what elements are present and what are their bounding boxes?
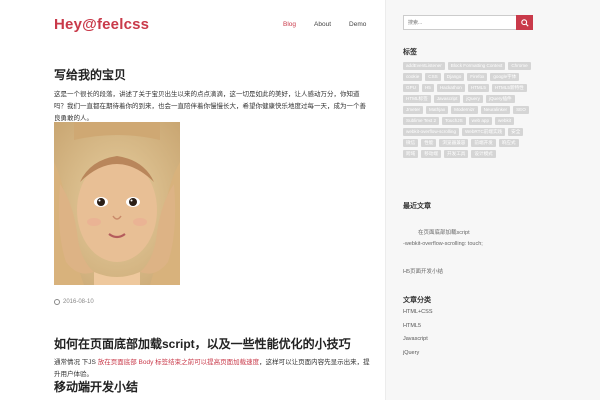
tag-link[interactable]: WebRTC前端实践: [462, 128, 506, 136]
tag-link[interactable]: 浏览器兼容: [439, 139, 469, 147]
tag-cloud: addEventListener Block Formatting Context…: [403, 62, 533, 158]
tag-link[interactable]: HTML标签: [403, 95, 431, 103]
nav-blog[interactable]: Blog: [283, 21, 296, 28]
post-date: 2016-08-10: [54, 299, 94, 305]
category-link[interactable]: HTML5: [403, 320, 433, 334]
top-nav: Blog About Demo: [283, 21, 384, 28]
category-link[interactable]: jQuery: [403, 347, 433, 361]
nav-about[interactable]: About: [314, 21, 331, 28]
clock-icon: [54, 299, 60, 305]
tag-link[interactable]: jQuery插件: [485, 95, 515, 103]
tag-link[interactable]: Chrome: [508, 62, 531, 70]
post-date-text: 2016-08-10: [63, 299, 94, 305]
recent-heading: 最近文章: [403, 203, 431, 210]
tag-link[interactable]: webkit-overflow-scrolling: [403, 128, 460, 136]
tag-link[interactable]: Javascript: [433, 95, 461, 103]
tag-link[interactable]: 性能: [421, 139, 437, 147]
tag-link[interactable]: cookie: [403, 73, 423, 81]
tag-link[interactable]: Neuralinker: [480, 106, 511, 114]
tag-link[interactable]: jQuery: [463, 95, 483, 103]
recent-post-link[interactable]: 在页面底部加载script: [418, 228, 470, 236]
tag-link[interactable]: Jmeter: [403, 106, 424, 114]
tag-link[interactable]: 微信: [403, 139, 419, 147]
post-excerpt: 这是一个很长的段落，讲述了关于宝贝出生以来的点点滴滴，这一切是如此的美好，让人感…: [54, 91, 366, 122]
tag-link[interactable]: Firefox: [467, 73, 488, 81]
tag-link[interactable]: 响应式: [498, 139, 519, 147]
tag-link[interactable]: Block Formatting Context: [447, 62, 506, 70]
tag-link[interactable]: Modernizr: [451, 106, 478, 114]
tag-link[interactable]: Django: [443, 73, 465, 81]
tag-link[interactable]: 移动端: [421, 150, 441, 158]
tag-link[interactable]: webkit: [495, 117, 515, 125]
tag-link[interactable]: web app: [468, 117, 493, 125]
tag-link[interactable]: SEO: [513, 106, 529, 114]
tag-link[interactable]: Hackathon: [436, 84, 465, 92]
category-link[interactable]: Javascript: [403, 333, 433, 347]
search-bar: [403, 15, 533, 30]
tag-link[interactable]: TouchJS: [442, 117, 466, 125]
nav-demo[interactable]: Demo: [349, 21, 366, 28]
post-image[interactable]: [54, 122, 180, 285]
post-title[interactable]: 移动端开发小结: [54, 378, 138, 395]
tag-link[interactable]: 前端开发: [471, 139, 496, 147]
tag-link[interactable]: 跨域: [403, 150, 419, 158]
tag-link[interactable]: HTML5: [467, 84, 489, 92]
tag-link[interactable]: addEventListener: [403, 62, 445, 70]
tag-link[interactable]: google字体: [490, 73, 520, 81]
tag-link[interactable]: Mathjax: [426, 106, 449, 114]
tag-link[interactable]: 设计模式: [471, 150, 496, 158]
recent-post-link[interactable]: -webkit-overflow-scrolling: touch;: [403, 241, 483, 247]
tag-link[interactable]: 安全: [508, 128, 524, 136]
tags-heading: 标签: [403, 49, 417, 56]
tag-link[interactable]: 开发工具: [444, 150, 469, 158]
tag-link[interactable]: GPU: [403, 84, 419, 92]
post-title[interactable]: 如何在页面底部加载script，以及一些性能优化的小技巧: [54, 335, 351, 352]
tag-link[interactable]: CSS: [425, 73, 441, 81]
recent-post-link[interactable]: H5页面开发小结: [403, 267, 443, 275]
categories-heading: 文章分类: [403, 297, 431, 304]
excerpt-text: 通常情况 下JS: [54, 359, 98, 366]
category-list: HTML+CSS HTML5 Javascript jQuery: [403, 306, 433, 360]
search-icon: [520, 18, 529, 27]
category-link[interactable]: HTML+CSS: [403, 306, 433, 320]
search-input[interactable]: [403, 15, 516, 30]
tag-link[interactable]: H5: [421, 84, 434, 92]
tag-link[interactable]: HTML5新特性: [491, 84, 527, 92]
site-logo[interactable]: Hey@feelcss: [54, 16, 149, 33]
excerpt-highlight-link[interactable]: 放在页面底部 Body 标签结束之前可以提高页面加载速度: [98, 359, 259, 366]
post-title[interactable]: 写给我的宝贝: [54, 66, 126, 83]
search-button[interactable]: [516, 15, 533, 30]
main-content: Hey@feelcss Blog About Demo 写给我的宝贝 这是一个很…: [0, 0, 385, 400]
tag-link[interactable]: Sublime Text 2: [403, 117, 440, 125]
